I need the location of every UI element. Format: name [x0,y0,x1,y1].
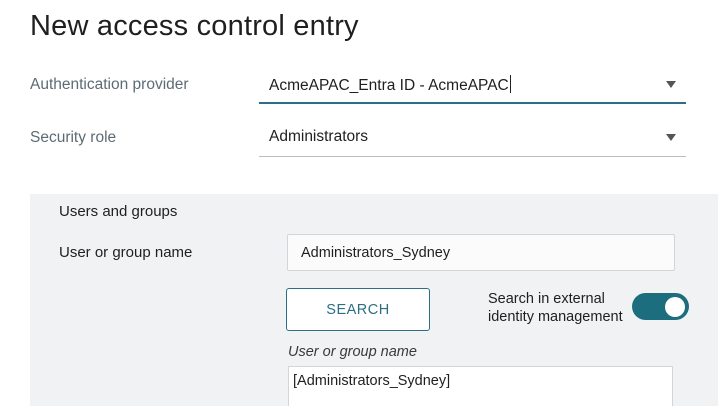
auth-provider-label: Authentication provider [30,76,189,93]
search-button[interactable]: SEARCH [286,288,430,331]
users-groups-panel: Users and groups User or group name Admi… [30,194,718,406]
auth-provider-dropdown[interactable]: AcmeAPAC_Entra ID - AcmeAPAC [259,64,686,104]
list-item[interactable]: [Administrators_Sydney] [293,373,450,389]
external-search-toggle[interactable] [632,293,689,320]
results-list[interactable]: [Administrators_Sydney] [288,366,673,406]
chevron-down-icon[interactable] [666,134,676,141]
auth-provider-value: AcmeAPAC_Entra ID - AcmeAPAC [269,75,511,94]
section-title: Users and groups [59,203,178,220]
chevron-down-icon[interactable] [666,81,676,88]
results-label: User or group name [288,344,417,360]
access-control-page: New access control entry Authentication … [0,0,727,406]
security-role-value: Administrators [269,128,369,145]
page-title: New access control entry [30,10,359,42]
user-group-name-input[interactable]: Administrators_Sydney [287,234,675,271]
text-cursor [509,75,511,93]
security-role-label: Security role [30,129,117,146]
user-group-name-value: Administrators_Sydney [301,245,451,261]
security-role-dropdown[interactable]: Administrators [259,117,686,157]
toggle-knob [665,296,685,317]
user-group-name-label: User or group name [59,244,193,261]
external-search-label: Search in external identity management [488,291,623,325]
